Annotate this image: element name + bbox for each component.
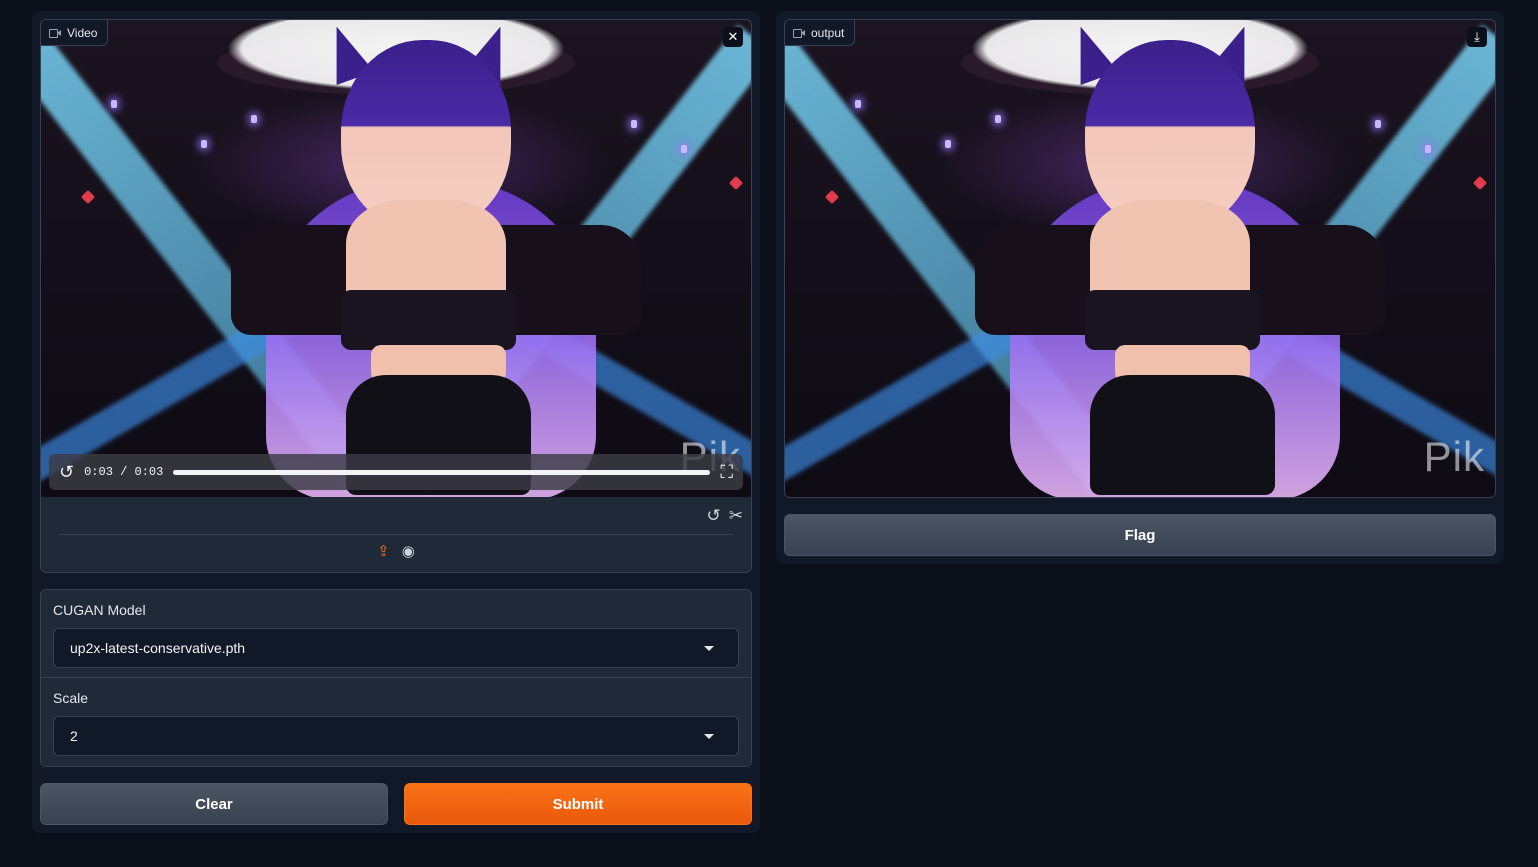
progress-fill [173,469,711,475]
output-panel: output ⤓ Pik Flag [776,11,1504,564]
video-camera-icon [49,28,61,38]
close-icon[interactable]: ✕ [723,27,743,47]
submit-button[interactable]: Submit [404,783,752,825]
chevron-down-icon [704,734,714,739]
flag-button[interactable]: Flag [784,514,1496,556]
stage-light [631,120,637,128]
clear-button[interactable]: Clear [40,783,388,825]
output-label: output [811,25,845,40]
video-label: Video [67,25,98,40]
stage-light [201,140,207,148]
stage-light [681,145,687,153]
output-label-tag: output [785,20,856,46]
video-camera-icon [793,28,805,38]
heart-decoration [80,189,96,205]
video-output: output ⤓ Pik [784,19,1496,498]
character-top [1085,290,1260,350]
video-input: Video ✕ Pik ↺ [40,19,752,573]
progress-bar[interactable] [173,469,711,475]
heart-decoration [1472,175,1488,191]
replay-icon[interactable]: ↺ [59,463,74,481]
input-video-frame[interactable]: Pik [41,20,751,497]
source-tools: ⇪ ◉ [41,542,751,560]
stage-light [251,115,257,123]
model-value: up2x-latest-conservative.pth [70,640,246,656]
model-param: CUGAN Model up2x-latest-conservative.pth [41,590,751,678]
scissors-icon[interactable]: ✂ [729,506,743,526]
output-video-frame[interactable]: Pik [785,20,1495,497]
scale-dropdown[interactable]: 2 [53,716,739,756]
chevron-down-icon [704,646,714,651]
watermark: Pik [1423,433,1485,480]
video-label-tag: Video [41,20,109,46]
stage-light [111,100,117,108]
heart-decoration [728,175,744,191]
undo-icon[interactable]: ↺ [707,506,721,526]
stage-light [995,115,1001,123]
divider [59,534,733,535]
scale-value: 2 [70,728,78,744]
character-shorts [1090,375,1275,495]
video-toolbar: ↺ ✂ ⇪ ◉ [41,498,751,572]
scale-label: Scale [53,690,89,706]
download-icon[interactable]: ⤓ [1467,27,1487,47]
stage-light [855,100,861,108]
time-display: 0:03 / 0:03 [84,465,164,479]
stage-light [1425,145,1431,153]
model-dropdown[interactable]: up2x-latest-conservative.pth [53,628,739,668]
heart-decoration [824,189,840,205]
webcam-icon[interactable]: ◉ [402,542,415,560]
input-panel: Video ✕ Pik ↺ [32,11,760,833]
character-top [341,290,516,350]
upload-icon[interactable]: ⇪ [377,542,390,560]
video-controls: ↺ 0:03 / 0:03 ⛶ [49,454,743,490]
edit-tools: ↺ ✂ [707,506,744,526]
stage-light [945,140,951,148]
stage-light [1375,120,1381,128]
scale-param: Scale 2 [41,678,751,766]
parameters-block: CUGAN Model up2x-latest-conservative.pth… [40,589,752,767]
fullscreen-icon[interactable]: ⛶ [720,463,733,481]
model-label: CUGAN Model [53,602,146,618]
